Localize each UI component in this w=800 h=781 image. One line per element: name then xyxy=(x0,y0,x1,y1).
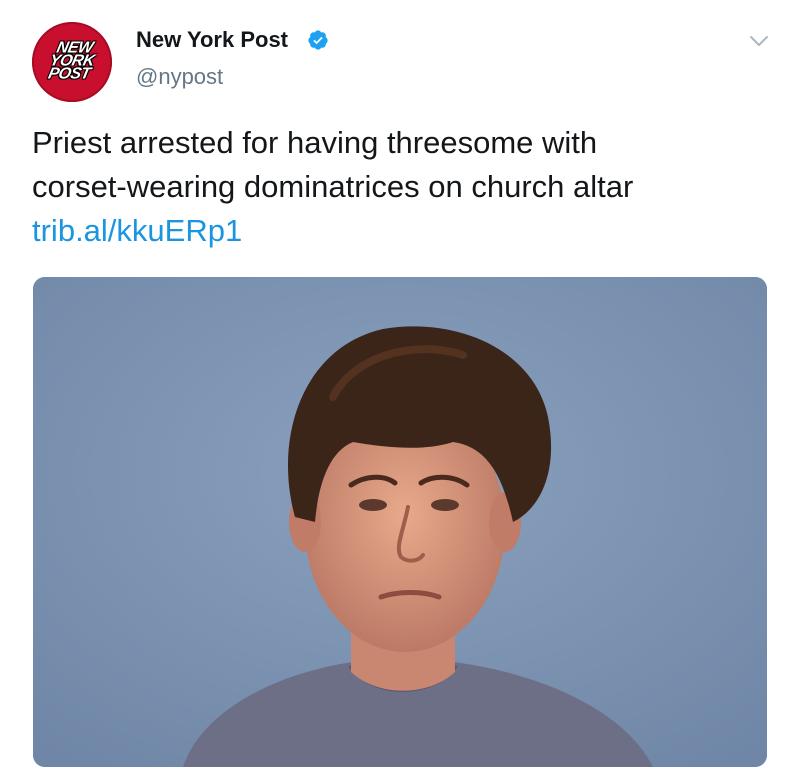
new-york-post-logo: NEW YORK POST xyxy=(46,40,99,83)
chevron-down-icon[interactable] xyxy=(749,34,769,48)
tweet-text-line: corset-wearing dominatrices on church al… xyxy=(32,169,634,204)
tweet-card[interactable]: NEW YORK POST New York Post @nypost Prie… xyxy=(0,0,800,781)
tweet-link[interactable]: trib.al/kkuERp1 xyxy=(32,209,772,253)
verified-badge-icon xyxy=(308,30,328,50)
photo-illustration xyxy=(33,277,767,767)
display-name[interactable]: New York Post xyxy=(136,27,288,53)
tweet-photo[interactable] xyxy=(33,277,767,767)
handle[interactable]: @nypost xyxy=(136,64,223,90)
tweet-text-line: Priest arrested for having threesome wit… xyxy=(32,125,598,160)
tweet-text: Priest arrested for having threesome wit… xyxy=(32,121,772,253)
avatar[interactable]: NEW YORK POST xyxy=(32,22,112,102)
logo-line: POST xyxy=(46,65,92,83)
